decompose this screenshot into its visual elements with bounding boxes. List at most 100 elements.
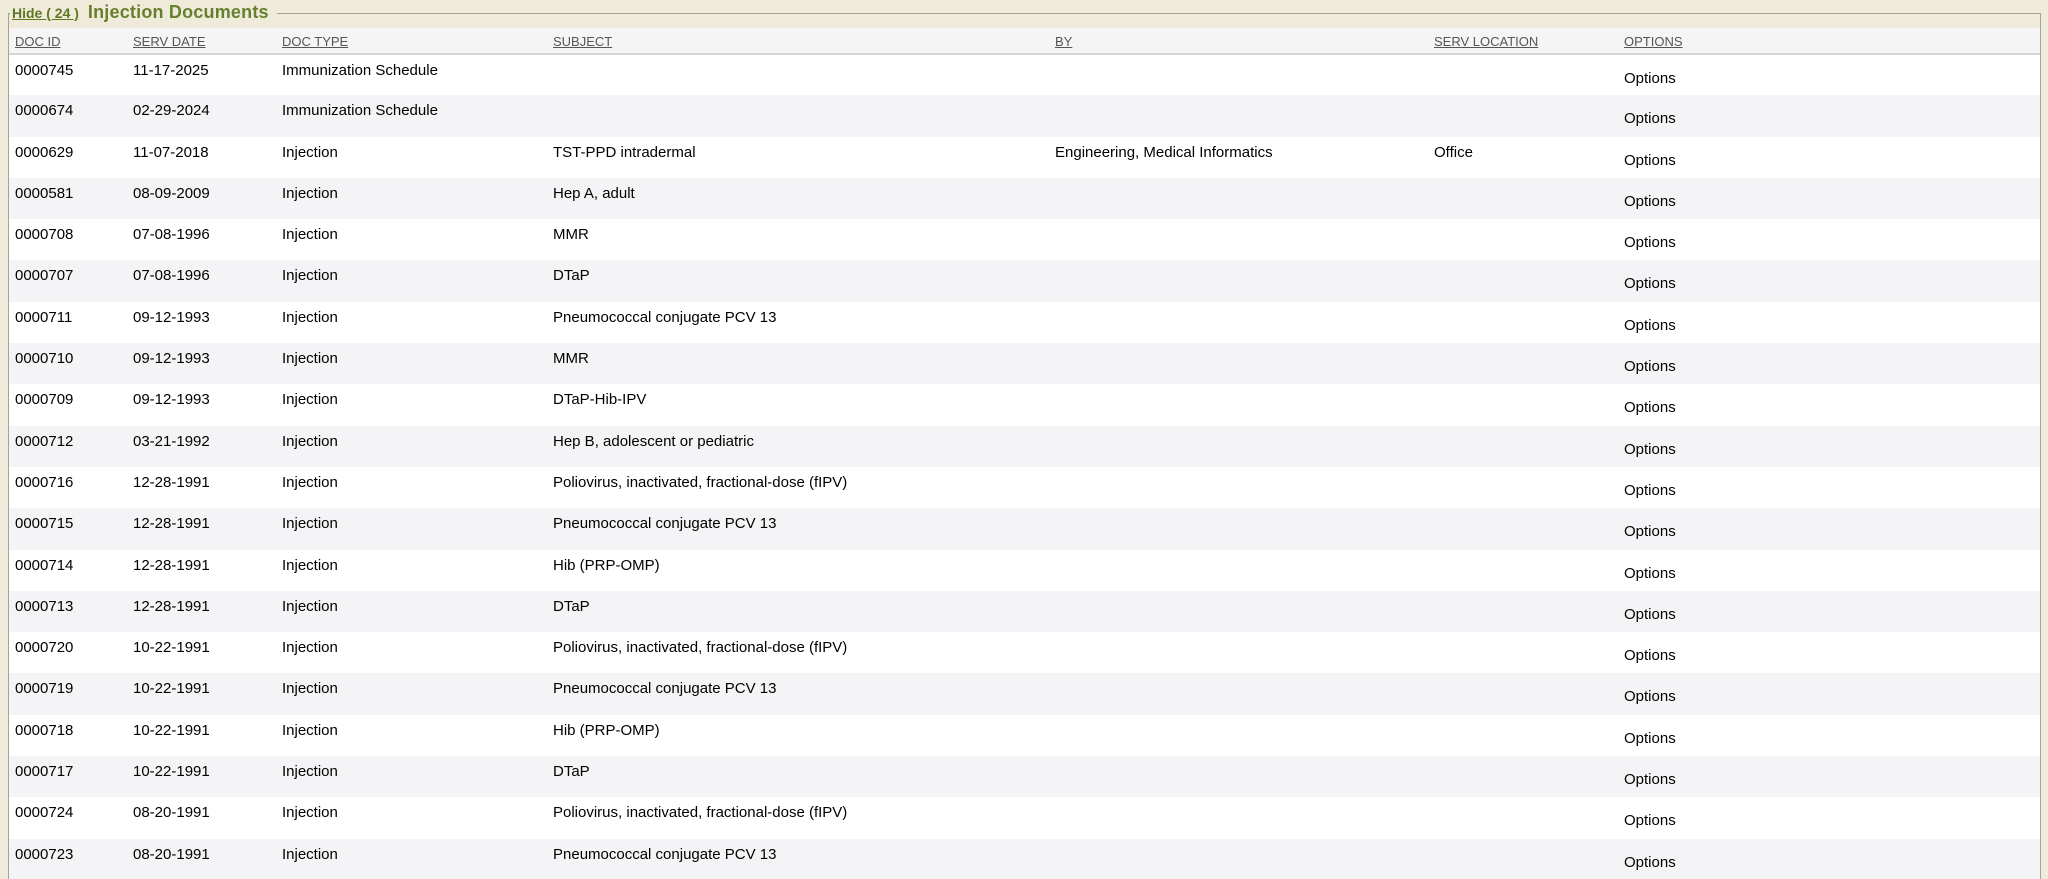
cell-subject <box>547 54 1049 95</box>
cell-serv-location <box>1428 756 1618 797</box>
cell-serv-date: 09-12-1993 <box>127 302 276 343</box>
cell-doc-id: 0000711 <box>9 302 127 343</box>
cell-by <box>1049 632 1428 673</box>
options-link[interactable]: Options <box>1624 647 1676 664</box>
cell-options: Options <box>1618 632 2040 673</box>
options-link[interactable]: Options <box>1624 606 1676 623</box>
injection-documents-panel: Hide ( 24 ) Injection Documents DOC ID S… <box>8 13 2041 879</box>
options-link[interactable]: Options <box>1624 234 1676 251</box>
cell-serv-location <box>1428 632 1618 673</box>
cell-doc-id: 0000709 <box>9 384 127 425</box>
column-header-by: BY <box>1049 28 1428 54</box>
cell-doc-type: Injection <box>276 343 547 384</box>
cell-by <box>1049 384 1428 425</box>
cell-serv-date: 07-08-1996 <box>127 219 276 260</box>
cell-serv-date: 02-29-2024 <box>127 95 276 136</box>
documents-table: DOC ID SERV DATE DOC TYPE SUBJECT BY SER… <box>9 28 2040 879</box>
cell-options: Options <box>1618 426 2040 467</box>
table-row: 000072010-22-1991InjectionPoliovirus, in… <box>9 632 2040 673</box>
cell-serv-date: 12-28-1991 <box>127 591 276 632</box>
cell-subject: Pneumococcal conjugate PCV 13 <box>547 673 1049 714</box>
cell-doc-type: Injection <box>276 137 547 178</box>
sort-serv-date-link[interactable]: SERV DATE <box>133 34 205 49</box>
sort-by-link[interactable]: BY <box>1055 34 1072 49</box>
column-header-doc-id: DOC ID <box>9 28 127 54</box>
options-link[interactable]: Options <box>1624 399 1676 416</box>
cell-subject: TST-PPD intradermal <box>547 137 1049 178</box>
cell-by <box>1049 756 1428 797</box>
sort-doc-type-link[interactable]: DOC TYPE <box>282 34 348 49</box>
cell-subject: Poliovirus, inactivated, fractional-dose… <box>547 632 1049 673</box>
options-link[interactable]: Options <box>1624 565 1676 582</box>
cell-doc-type: Injection <box>276 219 547 260</box>
cell-doc-id: 0000708 <box>9 219 127 260</box>
options-link[interactable]: Options <box>1624 854 1676 871</box>
cell-subject: MMR <box>547 219 1049 260</box>
options-link[interactable]: Options <box>1624 70 1676 87</box>
cell-serv-date: 09-12-1993 <box>127 343 276 384</box>
options-link[interactable]: Options <box>1624 482 1676 499</box>
cell-by <box>1049 426 1428 467</box>
cell-subject: MMR <box>547 343 1049 384</box>
options-link[interactable]: Options <box>1624 275 1676 292</box>
options-link[interactable]: Options <box>1624 358 1676 375</box>
cell-options: Options <box>1618 302 2040 343</box>
cell-by <box>1049 839 1428 879</box>
cell-options: Options <box>1618 219 2040 260</box>
cell-serv-location <box>1428 426 1618 467</box>
cell-by <box>1049 54 1428 95</box>
cell-serv-location <box>1428 508 1618 549</box>
cell-by <box>1049 508 1428 549</box>
options-link[interactable]: Options <box>1624 152 1676 169</box>
documents-table-wrap: DOC ID SERV DATE DOC TYPE SUBJECT BY SER… <box>9 28 2040 879</box>
options-link[interactable]: Options <box>1624 523 1676 540</box>
options-link[interactable]: Options <box>1624 688 1676 705</box>
sort-options-link[interactable]: OPTIONS <box>1624 34 1683 49</box>
cell-serv-date: 12-28-1991 <box>127 508 276 549</box>
cell-serv-location <box>1428 260 1618 301</box>
table-row: 000071203-21-1992InjectionHep B, adolesc… <box>9 426 2040 467</box>
cell-subject: DTaP <box>547 756 1049 797</box>
options-link[interactable]: Options <box>1624 812 1676 829</box>
cell-subject: Pneumococcal conjugate PCV 13 <box>547 508 1049 549</box>
cell-doc-id: 0000629 <box>9 137 127 178</box>
table-row: 000071710-22-1991InjectionDTaPOptions <box>9 756 2040 797</box>
cell-options: Options <box>1618 591 2040 632</box>
options-link[interactable]: Options <box>1624 771 1676 788</box>
cell-serv-location <box>1428 839 1618 879</box>
hide-toggle-link[interactable]: Hide ( 24 ) <box>12 5 79 21</box>
cell-serv-location <box>1428 673 1618 714</box>
cell-subject <box>547 95 1049 136</box>
sort-serv-location-link[interactable]: SERV LOCATION <box>1434 34 1538 49</box>
table-row: 000071612-28-1991InjectionPoliovirus, in… <box>9 467 2040 508</box>
cell-serv-date: 12-28-1991 <box>127 467 276 508</box>
cell-serv-date: 10-22-1991 <box>127 673 276 714</box>
sort-doc-id-link[interactable]: DOC ID <box>15 34 61 49</box>
cell-serv-location: Office <box>1428 137 1618 178</box>
cell-serv-date: 10-22-1991 <box>127 632 276 673</box>
cell-doc-type: Injection <box>276 797 547 838</box>
cell-doc-type: Injection <box>276 178 547 219</box>
options-link[interactable]: Options <box>1624 730 1676 747</box>
options-link[interactable]: Options <box>1624 441 1676 458</box>
table-row: 000071109-12-1993InjectionPneumococcal c… <box>9 302 2040 343</box>
cell-subject: Poliovirus, inactivated, fractional-dose… <box>547 797 1049 838</box>
options-link[interactable]: Options <box>1624 317 1676 334</box>
sort-subject-link[interactable]: SUBJECT <box>553 34 612 49</box>
cell-doc-type: Immunization Schedule <box>276 54 547 95</box>
cell-serv-location <box>1428 178 1618 219</box>
cell-subject: Hep A, adult <box>547 178 1049 219</box>
cell-by <box>1049 467 1428 508</box>
cell-doc-type: Injection <box>276 260 547 301</box>
column-header-options: OPTIONS <box>1618 28 2040 54</box>
cell-doc-id: 0000714 <box>9 550 127 591</box>
cell-serv-date: 10-22-1991 <box>127 756 276 797</box>
cell-options: Options <box>1618 54 2040 95</box>
options-link[interactable]: Options <box>1624 193 1676 210</box>
options-link[interactable]: Options <box>1624 110 1676 127</box>
cell-serv-location <box>1428 591 1618 632</box>
cell-by: Engineering, Medical Informatics <box>1049 137 1428 178</box>
cell-doc-id: 0000716 <box>9 467 127 508</box>
cell-options: Options <box>1618 797 2040 838</box>
cell-doc-type: Injection <box>276 756 547 797</box>
